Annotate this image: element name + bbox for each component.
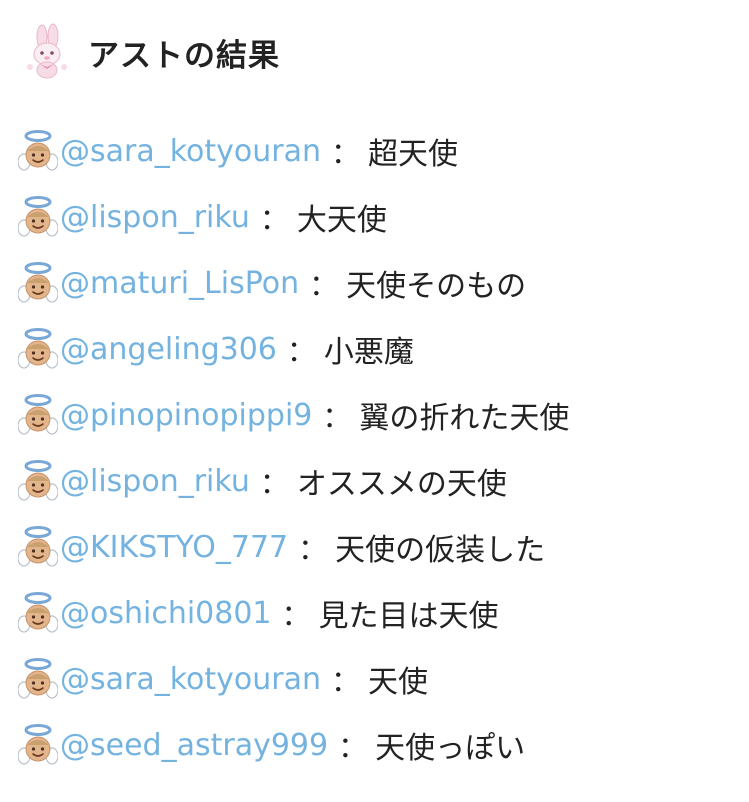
angel-emoji-icon: [18, 724, 58, 765]
result-row: @seed_astray999 ： 天使っぽい: [18, 712, 738, 778]
result-text: オススメの天使: [296, 467, 507, 502]
page-title: アストの結果: [88, 37, 280, 74]
result-row: @KIKSTYO_777 ： 天使の仮装した: [18, 514, 738, 580]
separator: ：: [259, 202, 289, 236]
result-row: @pinopinopippi9 ： 翼の折れた天使: [18, 382, 738, 448]
angel-emoji-icon: [18, 262, 58, 303]
user-handle-link[interactable]: @oshichi0801: [60, 596, 272, 631]
user-handle-link[interactable]: @sara_kotyouran: [60, 134, 321, 169]
result-row: @sara_kotyouran ： 超天使: [18, 118, 738, 184]
angel-emoji-icon: [18, 328, 58, 369]
angel-emoji-icon: [18, 394, 58, 435]
angel-emoji-icon: [18, 658, 58, 699]
results-list: @sara_kotyouran ： 超天使 @lispon_riku ： 大天使: [18, 118, 738, 778]
angel-emoji-icon: [18, 592, 58, 633]
user-handle-link[interactable]: @angeling306: [60, 332, 277, 367]
page-header: アストの結果: [18, 22, 280, 82]
result-text: 大天使: [296, 203, 387, 238]
separator: ：: [259, 466, 289, 500]
result-text: 超天使: [368, 137, 459, 172]
separator: ：: [281, 598, 311, 632]
result-text: 天使っぽい: [375, 731, 526, 766]
result-row: @sara_kotyouran ： 天使: [18, 646, 738, 712]
separator: ：: [331, 136, 361, 170]
user-handle-link[interactable]: @lispon_riku: [60, 464, 250, 499]
result-text: 小悪魔: [323, 335, 414, 370]
user-handle-link[interactable]: @sara_kotyouran: [60, 662, 321, 697]
user-handle-link[interactable]: @lispon_riku: [60, 200, 250, 235]
angel-emoji-icon: [18, 130, 58, 171]
user-handle-link[interactable]: @maturi_LisPon: [60, 266, 299, 301]
result-row: @maturi_LisPon ： 天使そのもの: [18, 250, 738, 316]
result-text: 天使そのもの: [346, 269, 527, 304]
result-row: @angeling306 ： 小悪魔: [18, 316, 738, 382]
angel-emoji-icon: [18, 526, 58, 567]
user-handle-link[interactable]: @pinopinopippi9: [60, 398, 312, 433]
separator: ：: [309, 268, 339, 302]
separator: ：: [322, 400, 352, 434]
result-row: @lispon_riku ： オススメの天使: [18, 448, 738, 514]
user-handle-link[interactable]: @KIKSTYO_777: [60, 530, 288, 565]
result-text: 見た目は天使: [318, 599, 499, 634]
bunny-character-icon: [27, 23, 67, 79]
result-row: @lispon_riku ： 大天使: [18, 184, 738, 250]
result-text: 天使: [368, 665, 429, 700]
user-handle-link[interactable]: @seed_astray999: [60, 728, 328, 763]
angel-emoji-icon: [18, 196, 58, 237]
separator: ：: [286, 334, 316, 368]
separator: ：: [338, 730, 368, 764]
angel-emoji-icon: [18, 460, 58, 501]
separator: ：: [331, 664, 361, 698]
result-row: @oshichi0801 ： 見た目は天使: [18, 580, 738, 646]
result-text: 翼の折れた天使: [359, 401, 570, 436]
separator: ：: [298, 532, 328, 566]
result-text: 天使の仮装した: [335, 533, 546, 568]
